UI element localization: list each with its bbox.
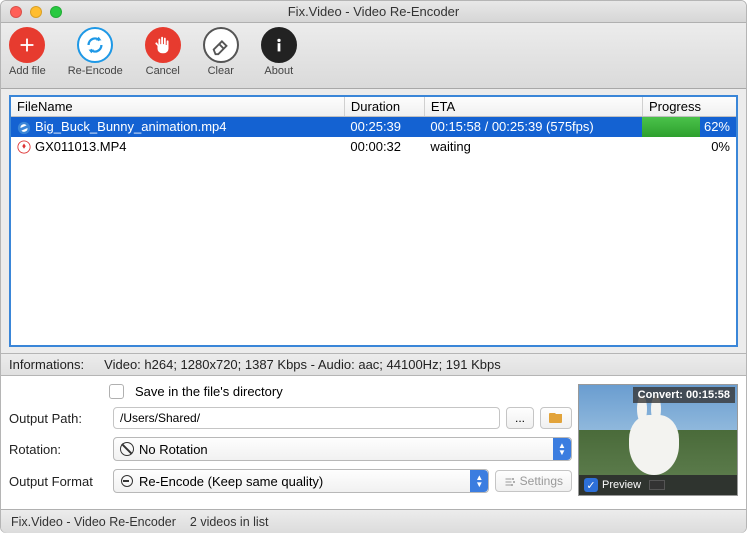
- output-format-label: Output Format: [9, 474, 107, 489]
- cancel-button[interactable]: Cancel: [145, 27, 181, 86]
- save-in-dir-checkbox[interactable]: [109, 384, 124, 399]
- preview-label: Preview: [602, 479, 641, 491]
- save-in-dir-label: Save in the file's directory: [135, 384, 283, 399]
- preview-checkbox[interactable]: ✓: [584, 478, 598, 492]
- col-progress[interactable]: Progress: [642, 96, 737, 117]
- rotation-select[interactable]: No Rotation ▲▼: [113, 437, 572, 461]
- output-format-select[interactable]: Re-Encode (Keep same quality) ▲▼: [113, 469, 489, 493]
- preview-size-toggle[interactable]: [649, 480, 665, 490]
- about-button[interactable]: About: [261, 27, 297, 86]
- eraser-icon: [203, 27, 239, 63]
- settings-form: Save in the file's directory Output Path…: [9, 384, 572, 501]
- browse-button[interactable]: ...: [506, 407, 534, 429]
- duration: 00:00:32: [344, 137, 424, 157]
- info-bar: Informations: Video: h264; 1280x720; 138…: [1, 353, 746, 376]
- plus-icon: [9, 27, 45, 63]
- table-row[interactable]: Big_Buck_Bunny_animation.mp4 00:25:39 00…: [10, 117, 737, 137]
- window-title: Fix.Video - Video Re-Encoder: [1, 4, 746, 19]
- eta: 00:15:58 / 00:25:39 (575fps): [424, 117, 642, 137]
- re-encode-button[interactable]: Re-Encode: [68, 27, 123, 86]
- progress-cell: 0%: [642, 137, 737, 157]
- add-file-button[interactable]: Add file: [9, 27, 46, 86]
- file-icon: [17, 121, 31, 135]
- col-filename[interactable]: FileName: [10, 96, 344, 117]
- settings-button[interactable]: Settings: [495, 470, 572, 492]
- filename: Big_Buck_Bunny_animation.mp4: [35, 119, 227, 134]
- titlebar: Fix.Video - Video Re-Encoder: [1, 1, 746, 23]
- output-path-label: Output Path:: [9, 411, 107, 426]
- clear-button[interactable]: Clear: [203, 27, 239, 86]
- duration: 00:25:39: [344, 117, 424, 137]
- preview-time: Convert: 00:15:58: [633, 387, 735, 403]
- status-app: Fix.Video - Video Re-Encoder: [11, 515, 176, 529]
- no-rotation-icon: [120, 442, 134, 456]
- col-duration[interactable]: Duration: [344, 96, 424, 117]
- chevron-updown-icon: ▲▼: [553, 438, 571, 460]
- filename: GX011013.MP4: [35, 139, 127, 154]
- minimize-window-button[interactable]: [30, 6, 42, 18]
- table-row[interactable]: GX011013.MP4 00:00:32 waiting 0%: [10, 137, 737, 157]
- preview-panel: Convert: 00:15:58 ✓ Preview: [578, 384, 738, 496]
- rotation-label: Rotation:: [9, 442, 107, 457]
- file-icon: [17, 140, 31, 154]
- close-window-button[interactable]: [10, 6, 22, 18]
- hand-stop-icon: [145, 27, 181, 63]
- zoom-window-button[interactable]: [50, 6, 62, 18]
- status-count: 2 videos in list: [190, 515, 269, 529]
- output-path-input[interactable]: [113, 407, 500, 429]
- open-folder-button[interactable]: [540, 407, 572, 429]
- status-bar: Fix.Video - Video Re-Encoder 2 videos in…: [1, 509, 746, 533]
- chevron-updown-icon: ▲▼: [470, 470, 488, 492]
- progress-cell: 62%: [642, 117, 737, 137]
- empty-space: [10, 156, 737, 346]
- eta: waiting: [424, 137, 642, 157]
- toolbar: Add file Re-Encode Cancel Clear About: [1, 23, 746, 89]
- file-table[interactable]: FileName Duration ETA Progress Big_Buck_…: [9, 95, 738, 347]
- encode-icon: [120, 474, 134, 488]
- info-icon: [261, 27, 297, 63]
- col-eta[interactable]: ETA: [424, 96, 642, 117]
- refresh-icon: [77, 27, 113, 63]
- info-label: Informations:: [9, 357, 84, 372]
- info-text: Video: h264; 1280x720; 1387 Kbps - Audio…: [104, 357, 501, 372]
- file-list-panel: FileName Duration ETA Progress Big_Buck_…: [1, 89, 746, 353]
